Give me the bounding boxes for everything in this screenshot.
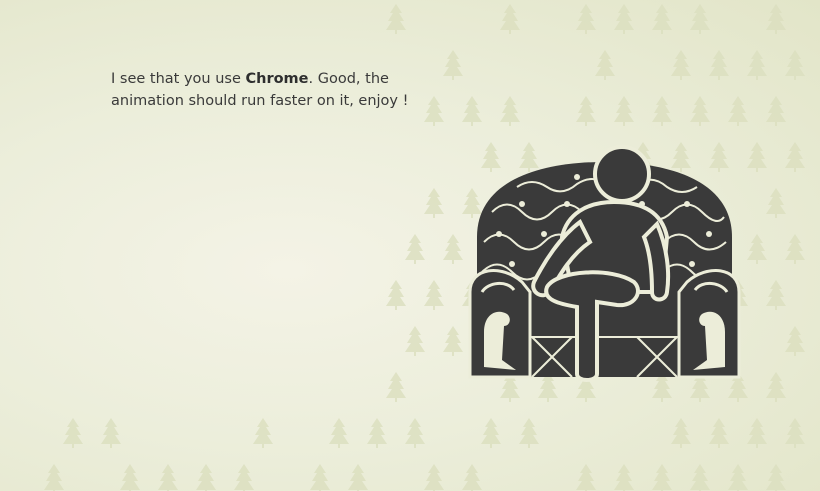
pine-tree-icon (728, 96, 748, 126)
pine-tree-icon (671, 50, 691, 80)
pine-tree-icon (310, 464, 330, 491)
pine-tree-icon (766, 96, 786, 126)
pine-tree-icon (519, 418, 539, 448)
pine-tree-icon (766, 4, 786, 34)
pine-tree-icon (443, 234, 463, 264)
pine-tree-icon (120, 464, 140, 491)
pine-tree-icon (424, 280, 444, 310)
pine-tree-icon (690, 464, 710, 491)
pine-tree-icon (158, 464, 178, 491)
pine-tree-icon (747, 234, 767, 264)
pine-tree-icon (690, 4, 710, 34)
pine-tree-icon (424, 188, 444, 218)
person-in-armchair-icon (462, 142, 747, 382)
pine-tree-icon (614, 96, 634, 126)
pine-tree-icon (462, 96, 482, 126)
pine-tree-icon (766, 464, 786, 491)
pine-tree-icon (652, 464, 672, 491)
pine-tree-icon (405, 234, 425, 264)
pine-tree-icon (500, 4, 520, 34)
pine-tree-icon (196, 464, 216, 491)
pine-tree-icon (785, 142, 805, 172)
pine-tree-icon (44, 464, 64, 491)
pine-tree-icon (386, 4, 406, 34)
pine-tree-icon (766, 188, 786, 218)
pine-tree-icon (595, 50, 615, 80)
pine-tree-icon (728, 464, 748, 491)
pine-tree-icon (386, 280, 406, 310)
pine-tree-icon (614, 4, 634, 34)
pine-tree-icon (785, 50, 805, 80)
armchair-seat (522, 312, 687, 377)
pine-tree-icon (443, 50, 463, 80)
pine-tree-icon (405, 326, 425, 356)
pine-tree-icon (386, 372, 406, 402)
pine-tree-icon (652, 4, 672, 34)
pine-tree-icon (367, 418, 387, 448)
pine-tree-icon (785, 418, 805, 448)
pine-tree-icon (63, 418, 83, 448)
pine-tree-icon (101, 418, 121, 448)
pine-tree-icon (576, 464, 596, 491)
pine-tree-icon (766, 280, 786, 310)
pine-tree-icon (690, 96, 710, 126)
pine-tree-icon (614, 464, 634, 491)
pine-tree-icon (671, 418, 691, 448)
message-text-start: I see that you use (111, 71, 245, 87)
pine-tree-icon (576, 96, 596, 126)
pine-tree-icon (348, 464, 368, 491)
pine-tree-icon (747, 418, 767, 448)
pine-tree-icon (462, 464, 482, 491)
pine-tree-icon (747, 50, 767, 80)
pine-tree-icon (785, 326, 805, 356)
pine-tree-icon (652, 96, 672, 126)
pine-tree-icon (329, 418, 349, 448)
pine-tree-icon (747, 142, 767, 172)
pine-tree-icon (443, 326, 463, 356)
pine-tree-icon (709, 50, 729, 80)
browser-message: I see that you use Chrome. Good, the ani… (111, 68, 441, 112)
pine-tree-icon (481, 418, 501, 448)
pine-tree-icon (424, 464, 444, 491)
pine-tree-icon (253, 418, 273, 448)
pine-tree-icon (500, 96, 520, 126)
pine-tree-icon (785, 234, 805, 264)
pine-tree-icon (766, 372, 786, 402)
pine-tree-icon (234, 464, 254, 491)
pine-tree-icon (576, 4, 596, 34)
browser-name: Chrome (245, 71, 308, 87)
pine-tree-icon (709, 418, 729, 448)
pine-tree-icon (405, 418, 425, 448)
